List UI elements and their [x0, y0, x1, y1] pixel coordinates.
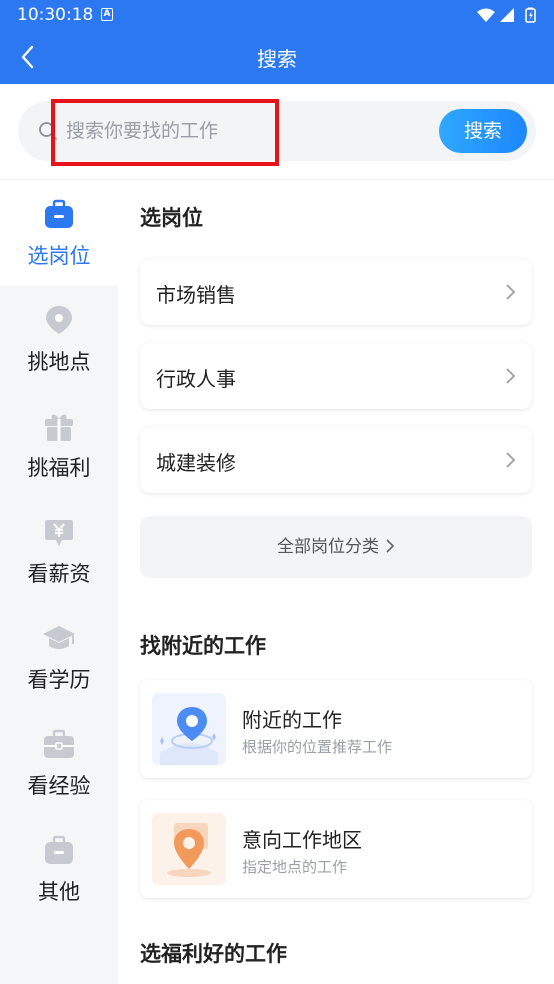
status-bar: 10:30:18 A	[0, 0, 554, 30]
category-item[interactable]: 行政人事	[140, 343, 532, 409]
section-title-nearby: 找附近的工作	[140, 634, 266, 658]
briefcase-icon	[45, 199, 73, 228]
sidebar-item-benefits[interactable]: 挑福利	[0, 392, 118, 498]
page-title: 搜索	[257, 47, 297, 71]
chevron-right-icon	[386, 539, 395, 553]
bag-icon	[45, 835, 73, 864]
section-title-positions: 选岗位	[140, 206, 203, 230]
sidebar-item-label: 其他	[38, 880, 80, 904]
search-button[interactable]: 搜索	[439, 109, 527, 153]
nav-row: 搜索	[0, 30, 554, 84]
toolbox-icon	[44, 729, 74, 758]
signal-icon	[500, 8, 514, 22]
sidebar-item-positions[interactable]: 选岗位	[0, 180, 118, 286]
sidebar-item-salary[interactable]: 看薪资	[0, 498, 118, 604]
status-time: 10:30:18	[17, 5, 94, 25]
card-subtitle: 指定地点的工作	[242, 858, 348, 876]
category-label: 行政人事	[156, 367, 236, 391]
sidebar-item-education[interactable]: 看学历	[0, 604, 118, 710]
category-label: 城建装修	[156, 451, 236, 475]
top-bar: 10:30:18 A 搜索	[0, 0, 554, 84]
category-item[interactable]: 市场销售	[140, 259, 532, 325]
card-subtitle: 根据你的位置推荐工作	[242, 738, 393, 756]
content-panel: 选岗位 市场销售 行政人事 城建装修 全部岗位分类 找附近的工作 附近的工作 根…	[118, 180, 554, 984]
sidebar-item-location[interactable]: 挑地点	[0, 286, 118, 392]
chevron-right-icon	[506, 452, 516, 468]
card-title: 意向工作地区	[242, 828, 362, 852]
all-categories-button[interactable]: 全部岗位分类	[140, 516, 532, 578]
section-title-benefits: 选福利好的工作	[140, 942, 287, 966]
card-title: 附近的工作	[242, 708, 342, 732]
all-categories-label: 全部岗位分类	[277, 537, 379, 557]
yen-icon	[45, 520, 73, 546]
category-item[interactable]: 城建装修	[140, 427, 532, 493]
sidebar-item-experience[interactable]: 看经验	[0, 710, 118, 816]
preferred-area-card[interactable]: 意向工作地区 指定地点的工作	[140, 800, 532, 898]
wifi-icon	[477, 8, 495, 22]
system-status-icons	[477, 7, 536, 23]
sidebar-item-label: 挑地点	[27, 350, 91, 374]
sidebar-item-other[interactable]: 其他	[0, 816, 118, 922]
area-pin-icon	[152, 813, 226, 885]
category-label: 市场销售	[156, 283, 236, 307]
sidebar-item-label: 选岗位	[27, 244, 91, 268]
location-pin-icon	[46, 306, 72, 334]
chevron-right-icon	[506, 368, 516, 384]
gift-icon	[45, 414, 73, 441]
sidebar-item-label: 看薪资	[27, 562, 91, 586]
sidebar-item-label: 看学历	[27, 668, 91, 692]
notification-icon: A	[101, 8, 113, 21]
nearby-jobs-card[interactable]: 附近的工作 根据你的位置推荐工作	[140, 680, 532, 778]
nearby-location-icon	[152, 693, 226, 765]
sidebar: 选岗位 挑地点 挑福利 看薪资 看学历 看经验 其他	[0, 180, 118, 984]
sidebar-item-label: 看经验	[27, 774, 91, 798]
sidebar-item-label: 挑福利	[27, 456, 91, 480]
graduation-cap-icon	[43, 626, 75, 649]
highlight-box	[51, 99, 279, 166]
chevron-right-icon	[506, 284, 516, 300]
